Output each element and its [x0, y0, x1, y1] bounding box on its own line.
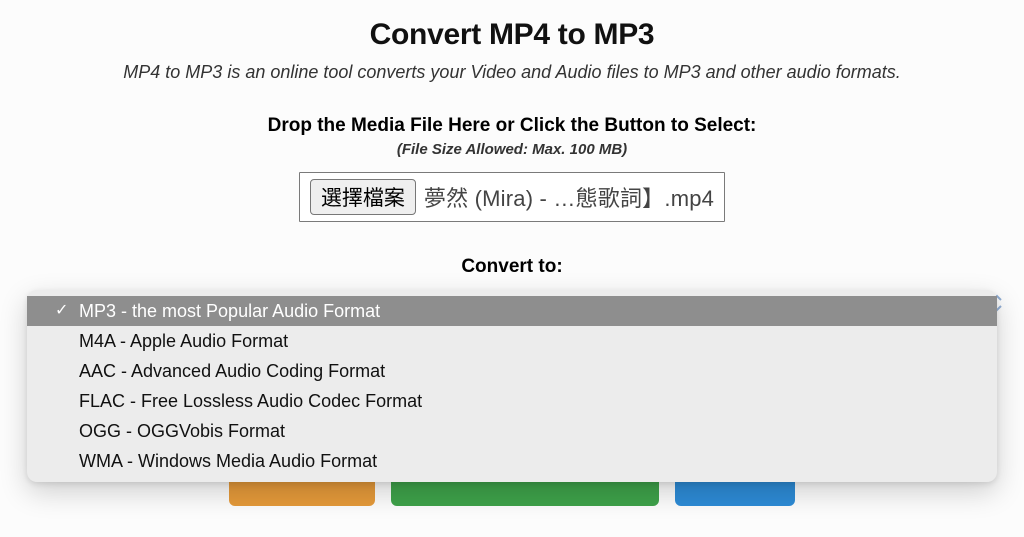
- format-option-wma[interactable]: WMA - Windows Media Audio Format: [27, 446, 997, 476]
- format-option-ogg[interactable]: OGG - OGGVobis Format: [27, 416, 997, 446]
- format-option-mp3[interactable]: MP3 - the most Popular Audio Format: [27, 296, 997, 326]
- convert-to-label: Convert to:: [0, 256, 1024, 278]
- format-option-aac[interactable]: AAC - Advanced Audio Coding Format: [27, 356, 997, 386]
- file-size-note: (File Size Allowed: Max. 100 MB): [0, 141, 1024, 158]
- selected-file-name: 夢然 (Mira) - …態歌詞】.mp4: [424, 181, 714, 213]
- format-option-m4a[interactable]: M4A - Apple Audio Format: [27, 326, 997, 356]
- format-dropdown-list[interactable]: MP3 - the most Popular Audio Format M4A …: [27, 290, 997, 482]
- format-option-flac[interactable]: FLAC - Free Lossless Audio Codec Format: [27, 386, 997, 416]
- drop-instruction: Drop the Media File Here or Click the Bu…: [0, 115, 1024, 137]
- page-title: Convert MP4 to MP3: [0, 18, 1024, 52]
- choose-file-button[interactable]: 選擇檔案: [310, 179, 416, 215]
- file-input-row[interactable]: 選擇檔案 夢然 (Mira) - …態歌詞】.mp4: [299, 172, 725, 222]
- page-description: MP4 to MP3 is an online tool converts yo…: [0, 62, 1024, 83]
